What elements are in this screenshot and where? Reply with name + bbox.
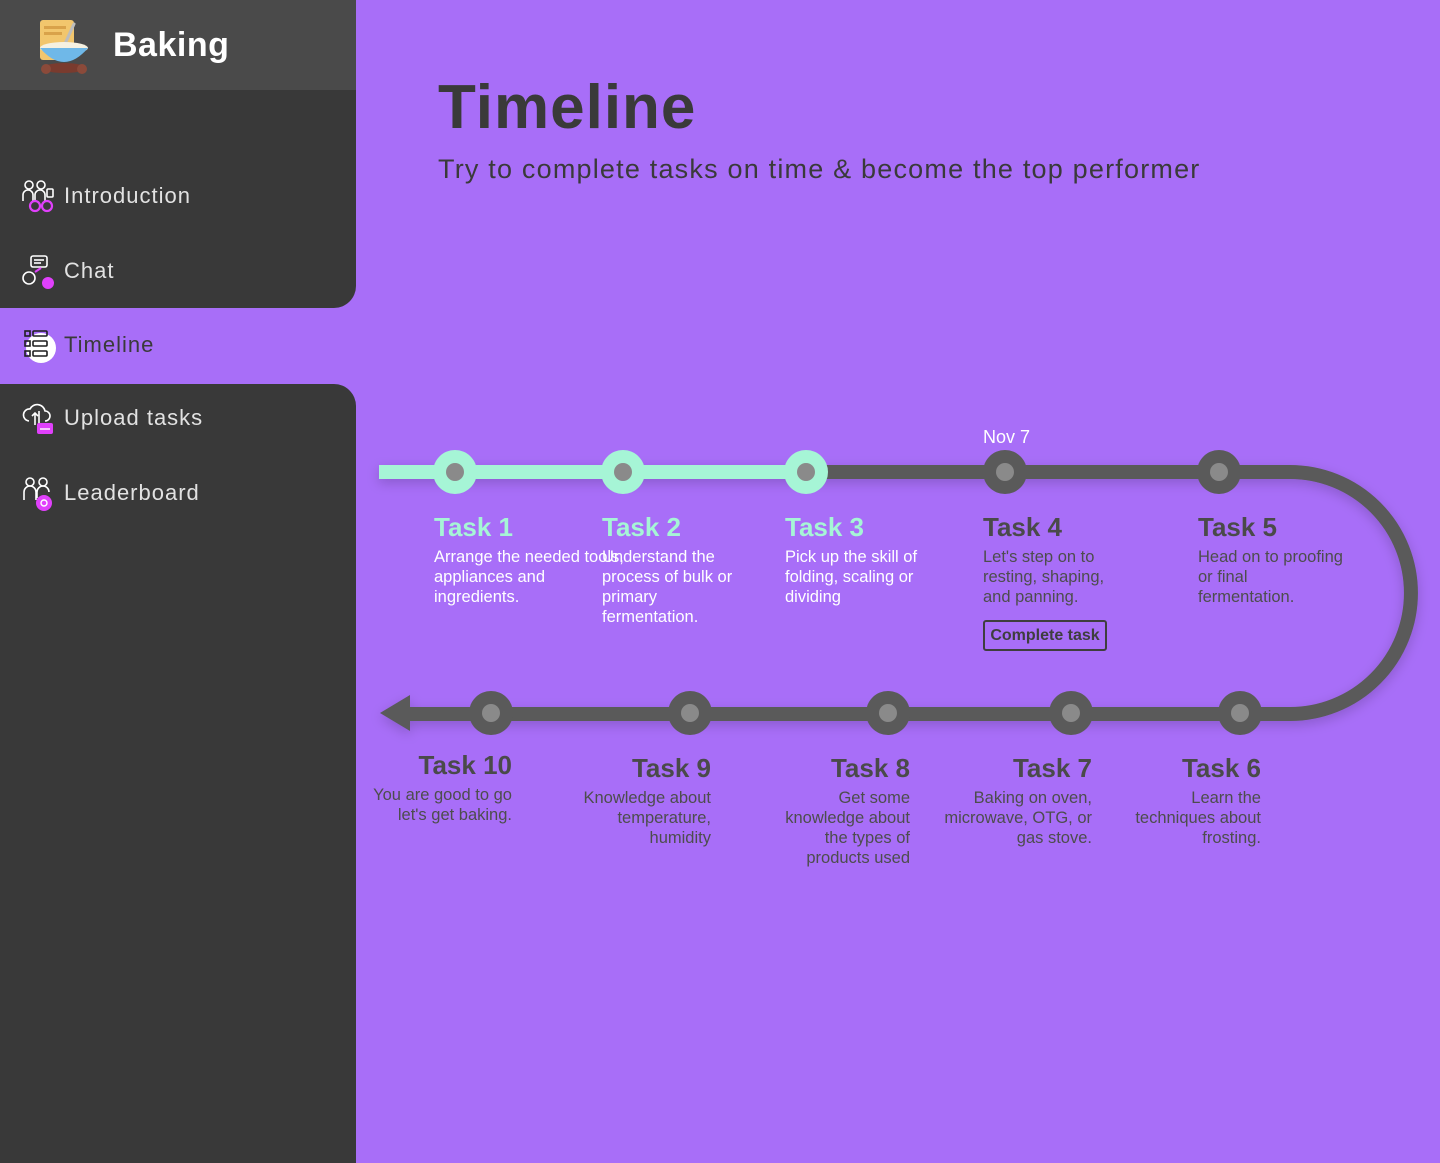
- task-description: Baking on oven, microwave, OTG, or gas s…: [944, 789, 1092, 847]
- task-description: You are good to go let's get baking.: [373, 786, 512, 824]
- task-title: Task 5: [1198, 512, 1278, 542]
- list-timeline-icon: [24, 330, 56, 363]
- task-7: Task 7 Baking on oven, microwave, OTG, o…: [942, 753, 1092, 848]
- people-icon: [22, 180, 54, 213]
- task-10: Task 10 You are good to go let's get bak…: [372, 750, 512, 825]
- timeline-node-task-6[interactable]: [1218, 691, 1262, 735]
- timeline-node-task-2[interactable]: [601, 450, 645, 494]
- baking-bowl-logo-icon: [40, 20, 88, 74]
- current-date-label: Nov 7: [983, 427, 1031, 447]
- task-title: Task 7: [1012, 753, 1092, 783]
- task-description: Head on to proofing or final fermentatio…: [1198, 548, 1343, 606]
- task-description: Get some knowledge about the types of pr…: [785, 789, 910, 867]
- task-description: Learn the techniques about frosting.: [1135, 789, 1261, 847]
- sidebar-item-label: Chat: [64, 258, 115, 283]
- sidebar-item-leaderboard[interactable]: Leaderboard: [0, 463, 356, 523]
- timeline-node-task-5[interactable]: [1197, 450, 1241, 494]
- task-6: Task 6 Learn the techniques about frosti…: [1111, 753, 1261, 848]
- task-description: Arrange the needed tools, appliances and…: [434, 548, 624, 606]
- task-title: Task 6: [1181, 753, 1261, 783]
- task-3: Task 3 Pick up the skill of folding, sca…: [785, 512, 945, 607]
- page-subtitle: Try to complete tasks on time & become t…: [438, 154, 1201, 184]
- timeline-node-task-9[interactable]: [668, 691, 712, 735]
- timeline-node-task-8[interactable]: [866, 691, 910, 735]
- chat-icon: [22, 255, 54, 289]
- task-description: Understand the process of bulk or primar…: [602, 548, 733, 626]
- cloud-upload-icon: [22, 403, 53, 434]
- page-title: Timeline: [438, 73, 697, 142]
- sidebar-item-upload-tasks[interactable]: Upload tasks: [0, 388, 356, 448]
- brand-header[interactable]: Baking: [0, 0, 356, 90]
- task-title: Task 10: [418, 750, 512, 780]
- task-title: Task 3: [785, 512, 865, 542]
- task-title: Task 2: [602, 512, 682, 542]
- timeline-node-task-4[interactable]: [983, 450, 1027, 494]
- brand-name: Baking: [113, 26, 230, 64]
- timeline-node-task-10[interactable]: [469, 691, 513, 735]
- task-1: Task 1 Arrange the needed tools, applian…: [434, 512, 624, 607]
- sidebar-item-label: Introduction: [64, 183, 191, 208]
- leaderboard-people-icon: [23, 477, 52, 511]
- task-8: Task 8 Get some knowledge about the type…: [760, 753, 910, 868]
- sidebar-item-chat[interactable]: Chat: [0, 241, 356, 301]
- task-description: Knowledge about temperature, humidity: [583, 789, 711, 847]
- task-title: Task 9: [631, 753, 711, 783]
- sidebar-item-label: Timeline: [64, 332, 155, 357]
- task-2: Task 2 Understand the process of bulk or…: [602, 512, 752, 627]
- task-4: Task 4 Let's step on to resting, shaping…: [983, 512, 1133, 607]
- timeline-node-task-1[interactable]: [433, 450, 477, 494]
- task-5: Task 5 Head on to proofing or final ferm…: [1198, 512, 1348, 607]
- sidebar: Baking Introduction Chat Timeline Upload…: [0, 0, 356, 1163]
- complete-task-button[interactable]: Complete task: [983, 620, 1107, 651]
- task-title: Task 8: [830, 753, 910, 783]
- task-title: Task 4: [983, 512, 1063, 542]
- timeline-node-task-3[interactable]: [784, 450, 828, 494]
- timeline-arrowhead: [380, 695, 410, 731]
- task-description: Let's step on to resting, shaping, and p…: [983, 548, 1105, 606]
- task-description: Pick up the skill of folding, scaling or…: [785, 548, 918, 606]
- sidebar-item-timeline[interactable]: Timeline: [0, 315, 356, 375]
- timeline-node-task-7[interactable]: [1049, 691, 1093, 735]
- sidebar-item-label: Leaderboard: [64, 480, 200, 505]
- task-title: Task 1: [434, 512, 514, 542]
- task-9: Task 9 Knowledge about temperature, humi…: [561, 753, 711, 848]
- sidebar-item-label: Upload tasks: [64, 405, 204, 430]
- sidebar-item-introduction[interactable]: Introduction: [0, 166, 356, 226]
